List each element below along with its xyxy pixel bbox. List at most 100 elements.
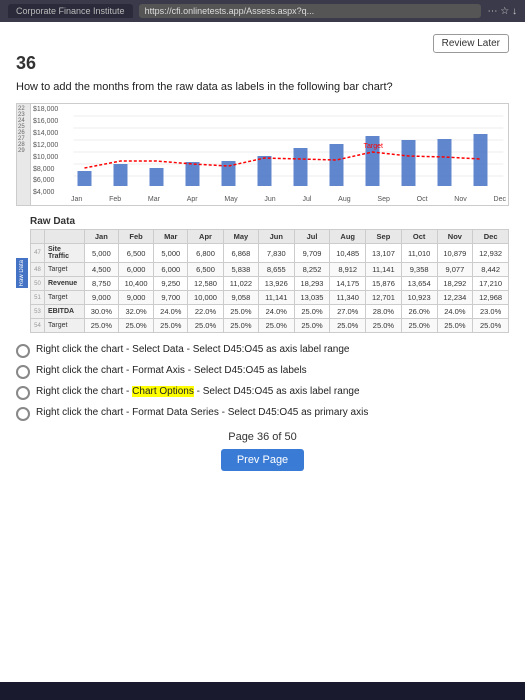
table-cell: 25.0% bbox=[118, 319, 154, 333]
table-cell: 5,000 bbox=[85, 244, 119, 263]
table-cell: 13,107 bbox=[366, 244, 402, 263]
table-cell: 13,035 bbox=[294, 291, 330, 305]
table-cell: 25.0% bbox=[294, 305, 330, 319]
chart-svg: Target bbox=[71, 106, 506, 196]
option-item-2[interactable]: Right click the chart - Format Axis - Se… bbox=[16, 364, 509, 379]
table-cell: 11,022 bbox=[223, 277, 258, 291]
table-cell: 9,700 bbox=[154, 291, 188, 305]
option-text-3: Right click the chart - Chart Options - … bbox=[36, 385, 360, 399]
table-cell: 5,000 bbox=[154, 244, 188, 263]
col-jan: Jan bbox=[85, 230, 119, 244]
table-cell: 12,580 bbox=[188, 277, 224, 291]
chart-x-axis: Jan Feb Mar Apr May Jun Jul Aug Sep Oct … bbox=[33, 196, 506, 203]
table-cell: 10,923 bbox=[401, 291, 437, 305]
table-row: 54Target25.0%25.0%25.0%25.0%25.0%25.0%25… bbox=[31, 319, 509, 333]
col-sep: Sep bbox=[366, 230, 402, 244]
row-label: Site Traffic bbox=[45, 244, 85, 263]
table-cell: 22.0% bbox=[188, 305, 224, 319]
col-aug: Aug bbox=[330, 230, 366, 244]
option-text-1: Right click the chart - Select Data - Se… bbox=[36, 343, 349, 357]
table-cell: 18,292 bbox=[437, 277, 473, 291]
col-nov: Nov bbox=[437, 230, 473, 244]
option-radio-3[interactable] bbox=[16, 386, 30, 400]
row-label: Revenue bbox=[45, 277, 85, 291]
col-jun: Jun bbox=[258, 230, 294, 244]
browser-bar: Corporate Finance Institute https://cfi.… bbox=[0, 0, 525, 22]
table-cell: 8,655 bbox=[258, 263, 294, 277]
table-cell: 8,442 bbox=[473, 263, 509, 277]
table-cell: 25.0% bbox=[366, 319, 402, 333]
table-row: 47Site Traffic5,0006,5005,0006,8006,8687… bbox=[31, 244, 509, 263]
table-cell: 12,932 bbox=[473, 244, 509, 263]
table-cell: 10,879 bbox=[437, 244, 473, 263]
table-cell: 11,340 bbox=[330, 291, 366, 305]
prev-page-button[interactable]: Prev Page bbox=[221, 449, 304, 471]
table-cell: 12,968 bbox=[473, 291, 509, 305]
table-cell: 28.0% bbox=[366, 305, 402, 319]
table-cell: 23.0% bbox=[473, 305, 509, 319]
option-item-1[interactable]: Right click the chart - Select Data - Se… bbox=[16, 343, 509, 358]
table-cell: 11,010 bbox=[401, 244, 437, 263]
table-cell: 10,400 bbox=[118, 277, 154, 291]
table-cell: 30.0% bbox=[85, 305, 119, 319]
raw-data-title: Raw Data bbox=[30, 216, 509, 227]
url-bar[interactable]: https://cfi.onlinetests.app/Assess.aspx?… bbox=[139, 4, 482, 18]
table-cell: 25.0% bbox=[154, 319, 188, 333]
table-cell: 17,210 bbox=[473, 277, 509, 291]
col-mar: Mar bbox=[154, 230, 188, 244]
review-later-button[interactable]: Review Later bbox=[433, 34, 509, 53]
option-radio-4[interactable] bbox=[16, 407, 30, 421]
table-cell: 25.0% bbox=[258, 319, 294, 333]
table-cell: 6,868 bbox=[223, 244, 258, 263]
pagination: Page 36 of 50 Prev Page bbox=[16, 431, 509, 471]
col-jul: Jul bbox=[294, 230, 330, 244]
table-cell: 10,000 bbox=[188, 291, 224, 305]
table-cell: 24.0% bbox=[154, 305, 188, 319]
table-cell: 24.0% bbox=[258, 305, 294, 319]
col-oct: Oct bbox=[401, 230, 437, 244]
col-feb: Feb bbox=[118, 230, 154, 244]
table-cell: 14,175 bbox=[330, 277, 366, 291]
table-cell: 7,830 bbox=[258, 244, 294, 263]
browser-icons: ⋯ ☆ ↓ bbox=[487, 6, 517, 17]
col-dec: Dec bbox=[473, 230, 509, 244]
table-cell: 9,358 bbox=[401, 263, 437, 277]
svg-text:Target: Target bbox=[364, 143, 384, 150]
option-text-4: Right click the chart - Format Data Seri… bbox=[36, 406, 368, 420]
table-cell: 12,234 bbox=[437, 291, 473, 305]
content-wrapper: Review Later 36 How to add the months fr… bbox=[0, 22, 525, 682]
table-cell: 25.0% bbox=[401, 319, 437, 333]
table-cell: 13,926 bbox=[258, 277, 294, 291]
browser-tab[interactable]: Corporate Finance Institute bbox=[8, 4, 133, 18]
table-row: 51Target9,0009,0009,70010,0009,05811,141… bbox=[31, 291, 509, 305]
table-cell: 6,800 bbox=[188, 244, 224, 263]
table-cell: 4,500 bbox=[85, 263, 119, 277]
chart-container: 2223242526272829 $18,000 $16,000 $14,000… bbox=[16, 103, 509, 206]
row-num-header bbox=[31, 230, 45, 244]
table-cell: 9,000 bbox=[85, 291, 119, 305]
table-cell: 12,701 bbox=[366, 291, 402, 305]
option-radio-2[interactable] bbox=[16, 365, 30, 379]
table-cell: 25.0% bbox=[223, 319, 258, 333]
col-apr: Apr bbox=[188, 230, 224, 244]
table-cell: 8,750 bbox=[85, 277, 119, 291]
table-cell: 25.0% bbox=[437, 319, 473, 333]
table-cell: 8,252 bbox=[294, 263, 330, 277]
bar-chart: Target bbox=[71, 106, 506, 191]
row-label: Target bbox=[45, 319, 85, 333]
table-cell: 11,141 bbox=[366, 263, 402, 277]
table-cell: 9,000 bbox=[118, 291, 154, 305]
table-cell: 25.0% bbox=[85, 319, 119, 333]
row-label: Target bbox=[45, 263, 85, 277]
table-cell: 10,485 bbox=[330, 244, 366, 263]
question-number: 36 bbox=[16, 53, 509, 74]
option-item-3[interactable]: Right click the chart - Chart Options - … bbox=[16, 385, 509, 400]
table-cell: 6,500 bbox=[188, 263, 224, 277]
option-item-4[interactable]: Right click the chart - Format Data Seri… bbox=[16, 406, 509, 421]
table-cell: 9,709 bbox=[294, 244, 330, 263]
table-header-row: Jan Feb Mar Apr May Jun Jul Aug Sep Oct … bbox=[31, 230, 509, 244]
table-cell: 18,293 bbox=[294, 277, 330, 291]
option-radio-1[interactable] bbox=[16, 344, 30, 358]
table-cell: 24.0% bbox=[437, 305, 473, 319]
page-info: Page 36 of 50 bbox=[16, 431, 509, 443]
